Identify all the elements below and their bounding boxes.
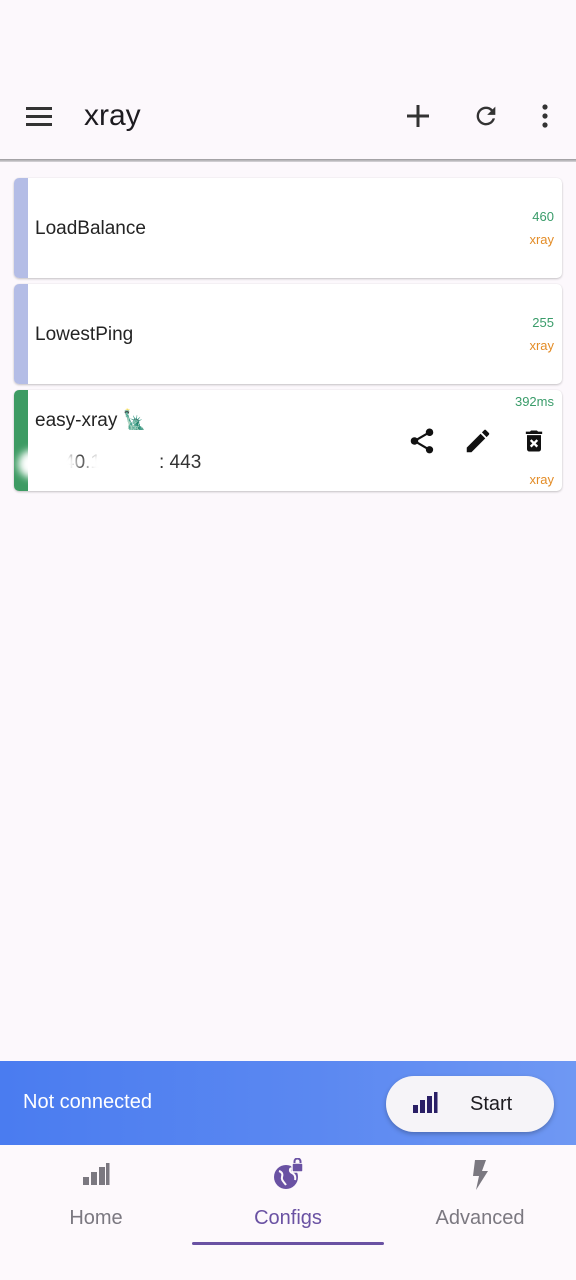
config-name: easy-xray 🗽 bbox=[35, 410, 147, 431]
share-config-button[interactable] bbox=[404, 423, 440, 459]
menu-button[interactable] bbox=[15, 92, 63, 140]
config-name: LowestPing bbox=[35, 324, 134, 345]
connection-bar: Not connected Start bbox=[0, 1061, 576, 1145]
config-status-strip bbox=[14, 284, 28, 384]
signal-bars-icon bbox=[413, 1092, 438, 1113]
refresh-button[interactable] bbox=[462, 92, 510, 140]
more-vert-icon bbox=[542, 104, 548, 128]
nav-configs-label: Configs bbox=[254, 1207, 322, 1229]
appbar-divider bbox=[0, 159, 576, 162]
nav-advanced[interactable]: Advanced bbox=[384, 1145, 576, 1245]
nav-configs[interactable]: Configs bbox=[192, 1145, 384, 1245]
share-icon bbox=[410, 428, 434, 454]
config-name: LoadBalance bbox=[35, 218, 146, 239]
nav-home-label: Home bbox=[69, 1207, 123, 1229]
delete-config-button[interactable] bbox=[516, 423, 552, 459]
signal-bars-icon bbox=[78, 1157, 114, 1193]
nav-active-indicator bbox=[192, 1242, 384, 1245]
lightning-icon bbox=[462, 1157, 498, 1193]
nav-advanced-label: Advanced bbox=[435, 1207, 525, 1229]
plus-icon bbox=[407, 105, 429, 127]
redaction-blur bbox=[18, 450, 78, 478]
config-ping: 460 bbox=[532, 209, 554, 224]
delete-icon bbox=[525, 430, 543, 452]
config-core: xray bbox=[529, 472, 554, 487]
bottom-navigation: Home Configs Advanced bbox=[0, 1145, 576, 1280]
edit-icon bbox=[466, 429, 490, 453]
globe-lock-icon bbox=[270, 1157, 306, 1193]
add-config-button[interactable] bbox=[394, 92, 442, 140]
refresh-icon bbox=[476, 106, 496, 126]
config-core: xray bbox=[529, 232, 554, 247]
menu-icon bbox=[26, 107, 52, 126]
config-address-port: : 443 bbox=[159, 452, 202, 473]
config-ping: 255 bbox=[532, 315, 554, 330]
start-label: Start bbox=[470, 1093, 513, 1115]
app-title: xray bbox=[84, 99, 141, 132]
config-card-lowestping[interactable]: LowestPing 255 xray bbox=[14, 284, 562, 384]
redaction-blur bbox=[86, 450, 158, 478]
config-status-strip bbox=[14, 178, 28, 278]
start-button[interactable]: Start bbox=[386, 1076, 554, 1132]
config-card-loadbalance[interactable]: LoadBalance 460 xray bbox=[14, 178, 562, 278]
connection-status: Not connected bbox=[23, 1091, 152, 1113]
config-ping: 392ms bbox=[514, 394, 554, 409]
more-options-button[interactable] bbox=[521, 92, 569, 140]
nav-home[interactable]: Home bbox=[0, 1145, 192, 1245]
config-core: xray bbox=[529, 338, 554, 353]
config-card-easy-xray[interactable]: easy-xray 🗽 392ms 40.1 : 443 xray bbox=[14, 390, 562, 491]
edit-config-button[interactable] bbox=[460, 423, 496, 459]
